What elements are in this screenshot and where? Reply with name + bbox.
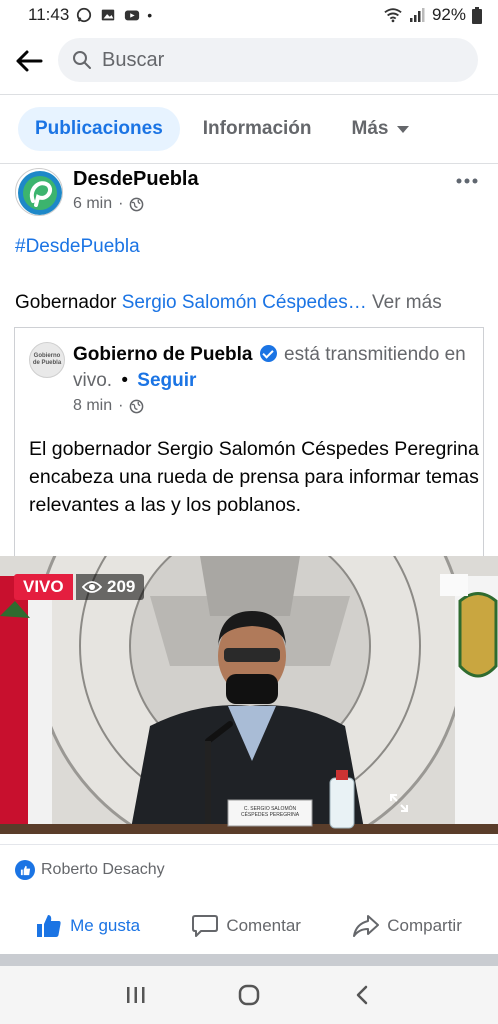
- signal-icon: [409, 8, 425, 22]
- back-button[interactable]: [0, 34, 58, 88]
- recent-apps-icon: [127, 987, 145, 1003]
- viewer-count: 209: [76, 574, 145, 600]
- viewer-count-value: 209: [107, 577, 136, 596]
- status-time: 11:43: [28, 5, 70, 24]
- follow-separator: •: [121, 370, 129, 391]
- post-time[interactable]: 6 min: [73, 195, 112, 213]
- battery-percent: 92%: [431, 5, 466, 24]
- like-button[interactable]: Me gusta: [36, 914, 140, 938]
- search-input[interactable]: [102, 48, 422, 72]
- youtube-icon: [125, 10, 140, 21]
- tab-publicaciones[interactable]: Publicaciones: [18, 107, 180, 151]
- thumbs-up-icon: [37, 915, 61, 937]
- reactions-summary[interactable]: Roberto Desachy: [15, 860, 165, 880]
- comment-label: Comentar: [226, 916, 301, 935]
- share-label: Compartir: [387, 916, 462, 935]
- post-meta: 6 min ·: [73, 195, 144, 213]
- live-badge: VIVO: [14, 574, 73, 600]
- tab-informacion[interactable]: Información: [186, 107, 329, 151]
- nameplate-line-2: CÉSPEDES PEREGRINA: [240, 812, 300, 818]
- see-more-link[interactable]: Ver más: [372, 292, 442, 313]
- wifi-icon: [384, 8, 402, 23]
- video-frame: [0, 556, 498, 834]
- system-nav-bar: [0, 966, 498, 1024]
- more-dots-icon: [456, 178, 478, 184]
- gallery-icon: [102, 9, 115, 21]
- whatsapp-icon: [77, 7, 92, 23]
- share-icon: [353, 915, 380, 937]
- comment-icon: [192, 915, 219, 937]
- like-reaction-icon: [15, 860, 35, 880]
- more-options-button[interactable]: [456, 164, 478, 190]
- page-name[interactable]: DesdePuebla: [73, 168, 199, 191]
- nameplate-text: C. SERGIO SALOMÓN CÉSPEDES PEREGRINA: [230, 806, 310, 818]
- post-header: DesdePuebla 6 min ·: [0, 164, 498, 226]
- shared-avatar-text: Gobierno de Puebla: [32, 353, 62, 366]
- comment-button[interactable]: Comentar: [192, 914, 301, 938]
- share-button[interactable]: Compartir: [353, 914, 462, 938]
- shared-page-avatar[interactable]: Gobierno de Puebla: [29, 342, 65, 378]
- recent-apps-button[interactable]: [116, 975, 156, 1015]
- globe-icon: [130, 197, 144, 211]
- like-label: Me gusta: [70, 916, 141, 935]
- shared-post-card[interactable]: Gobierno de Puebla Gobierno de Puebla es…: [14, 327, 484, 557]
- desdepuebla-logo-icon: [18, 171, 62, 215]
- verified-badge-icon: [259, 345, 277, 362]
- search-header: [0, 34, 498, 88]
- home-icon: [238, 984, 260, 1006]
- shared-meta: 8 min ·: [73, 397, 144, 415]
- meta-separator: ·: [118, 397, 124, 414]
- back-nav-button[interactable]: [342, 975, 382, 1015]
- post-text: Gobernador Sergio Salomón Céspedes… Ver …: [15, 292, 485, 314]
- follow-button[interactable]: Seguir: [137, 370, 196, 391]
- tab-label: Más: [351, 118, 389, 139]
- status-bar: 11:43 • 92%: [0, 0, 498, 30]
- shared-body-text: El gobernador Sergio Salomón Céspedes Pe…: [29, 438, 479, 516]
- notification-dot-icon: •: [147, 7, 153, 23]
- caret-down-icon: [397, 125, 410, 133]
- fullscreen-icon[interactable]: [388, 792, 410, 814]
- page-avatar[interactable]: [15, 168, 63, 216]
- post-actions: Me gusta Comentar Compartir: [0, 898, 498, 954]
- post-hashtag[interactable]: #DesdePuebla: [15, 236, 140, 258]
- globe-icon: [130, 399, 144, 413]
- arrow-left-icon: [16, 50, 43, 72]
- tab-label: Información: [202, 118, 312, 139]
- reaction-names: Roberto Desachy: [41, 861, 165, 878]
- tab-label: Publicaciones: [35, 118, 163, 139]
- shared-title: Gobierno de Puebla está transmitiendo en…: [73, 342, 473, 394]
- shared-time[interactable]: 8 min: [73, 397, 112, 415]
- live-video-player[interactable]: C. SERGIO SALOMÓN CÉSPEDES PEREGRINA VIV…: [0, 556, 498, 834]
- tab-mas[interactable]: Más: [335, 107, 427, 151]
- header-divider: [0, 94, 498, 95]
- feed-separator: [0, 954, 498, 966]
- post-text-prefix: Gobernador: [15, 292, 122, 313]
- video-divider: [0, 844, 498, 845]
- shared-page-name[interactable]: Gobierno de Puebla: [73, 344, 252, 365]
- battery-icon: [472, 6, 482, 24]
- home-button[interactable]: [229, 975, 269, 1015]
- search-icon: [73, 51, 91, 69]
- page-tabs: Publicaciones Información Más: [0, 104, 498, 154]
- eye-icon: [82, 581, 102, 593]
- search-bar[interactable]: [58, 38, 478, 82]
- chevron-left-icon: [356, 985, 367, 1005]
- meta-separator: ·: [118, 195, 124, 212]
- post-mention-link[interactable]: Sergio Salomón Céspedes…: [122, 292, 367, 313]
